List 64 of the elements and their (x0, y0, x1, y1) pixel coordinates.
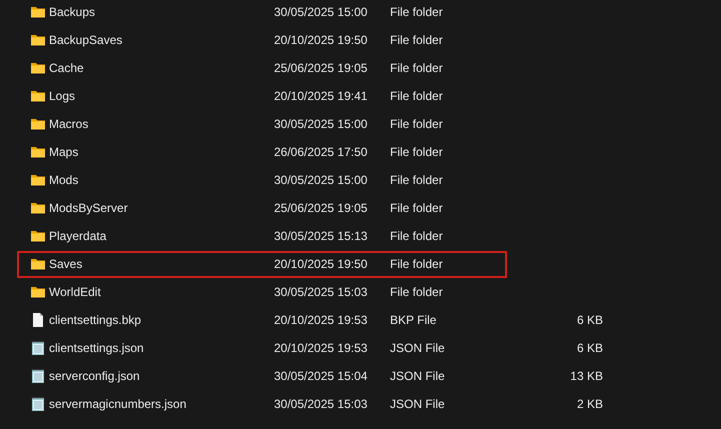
file-name[interactable]: Macros (46, 117, 274, 131)
file-name[interactable]: clientsettings.json (46, 341, 274, 355)
file-type: JSON File (390, 397, 446, 411)
date-modified: 20/10/2025 19:53 (274, 313, 368, 327)
folder-icon (30, 172, 46, 188)
folder-icon (30, 88, 46, 104)
file-type: File folder (390, 229, 444, 243)
date-modified: 25/06/2025 19:05 (274, 201, 368, 215)
file-type: File folder (390, 257, 444, 271)
folder-icon (30, 228, 46, 244)
file-name[interactable]: clientsettings.bkp (46, 313, 274, 327)
notepad-icon (30, 368, 46, 384)
date-modified: 20/10/2025 19:53 (274, 341, 368, 355)
file-name[interactable]: BackupSaves (46, 33, 274, 47)
file-type: JSON File (390, 341, 446, 355)
file-type: File folder (390, 285, 444, 299)
folder-icon (30, 116, 46, 132)
date-modified: 20/10/2025 19:50 (274, 33, 368, 47)
file-type: File folder (390, 5, 444, 19)
date-modified: 30/05/2025 15:04 (274, 369, 368, 383)
file-type: File folder (390, 145, 444, 159)
file-name[interactable]: Mods (46, 173, 274, 187)
folder-icon (30, 284, 46, 300)
file-name[interactable]: Backups (46, 5, 274, 19)
folder-icon (30, 256, 46, 272)
file-name[interactable]: serverconfig.json (46, 369, 274, 383)
file-name[interactable]: WorldEdit (46, 285, 274, 299)
notepad-icon (30, 396, 46, 412)
file-type: File folder (390, 201, 444, 215)
date-modified: 20/10/2025 19:50 (274, 257, 368, 271)
folder-icon (30, 4, 46, 20)
date-modified: 30/05/2025 15:00 (274, 173, 368, 187)
folder-icon (30, 200, 46, 216)
file-size: 13 KB (569, 369, 603, 383)
file-type: JSON File (390, 369, 446, 383)
file-name[interactable]: Maps (46, 145, 274, 159)
folder-icon (30, 144, 46, 160)
date-modified: 25/06/2025 19:05 (274, 61, 368, 75)
file-type: File folder (390, 117, 444, 131)
file-name[interactable]: Cache (46, 61, 274, 75)
file-size: 6 KB (576, 313, 603, 327)
file-size: 2 KB (576, 397, 603, 411)
date-modified: 26/06/2025 17:50 (274, 145, 368, 159)
date-modified: 30/05/2025 15:03 (274, 285, 368, 299)
file-type: File folder (390, 89, 444, 103)
file-name[interactable]: Playerdata (46, 229, 274, 243)
file-size: 6 KB (576, 341, 603, 355)
document-icon (30, 312, 46, 328)
file-type: BKP File (390, 313, 438, 327)
date-modified: 30/05/2025 15:00 (274, 5, 368, 19)
file-name[interactable]: ModsByServer (46, 201, 274, 215)
file-type: File folder (390, 173, 444, 187)
date-modified: 30/05/2025 15:00 (274, 117, 368, 131)
date-modified: 30/05/2025 15:03 (274, 397, 368, 411)
folder-icon (30, 60, 46, 76)
file-type: File folder (390, 33, 444, 47)
file-name[interactable]: Saves (46, 257, 274, 271)
file-name[interactable]: servermagicnumbers.json (46, 397, 274, 411)
date-modified: 20/10/2025 19:41 (274, 89, 368, 103)
folder-icon (30, 32, 46, 48)
date-modified: 30/05/2025 15:13 (274, 229, 368, 243)
notepad-icon (30, 340, 46, 356)
file-type: File folder (390, 61, 444, 75)
file-name[interactable]: Logs (46, 89, 274, 103)
